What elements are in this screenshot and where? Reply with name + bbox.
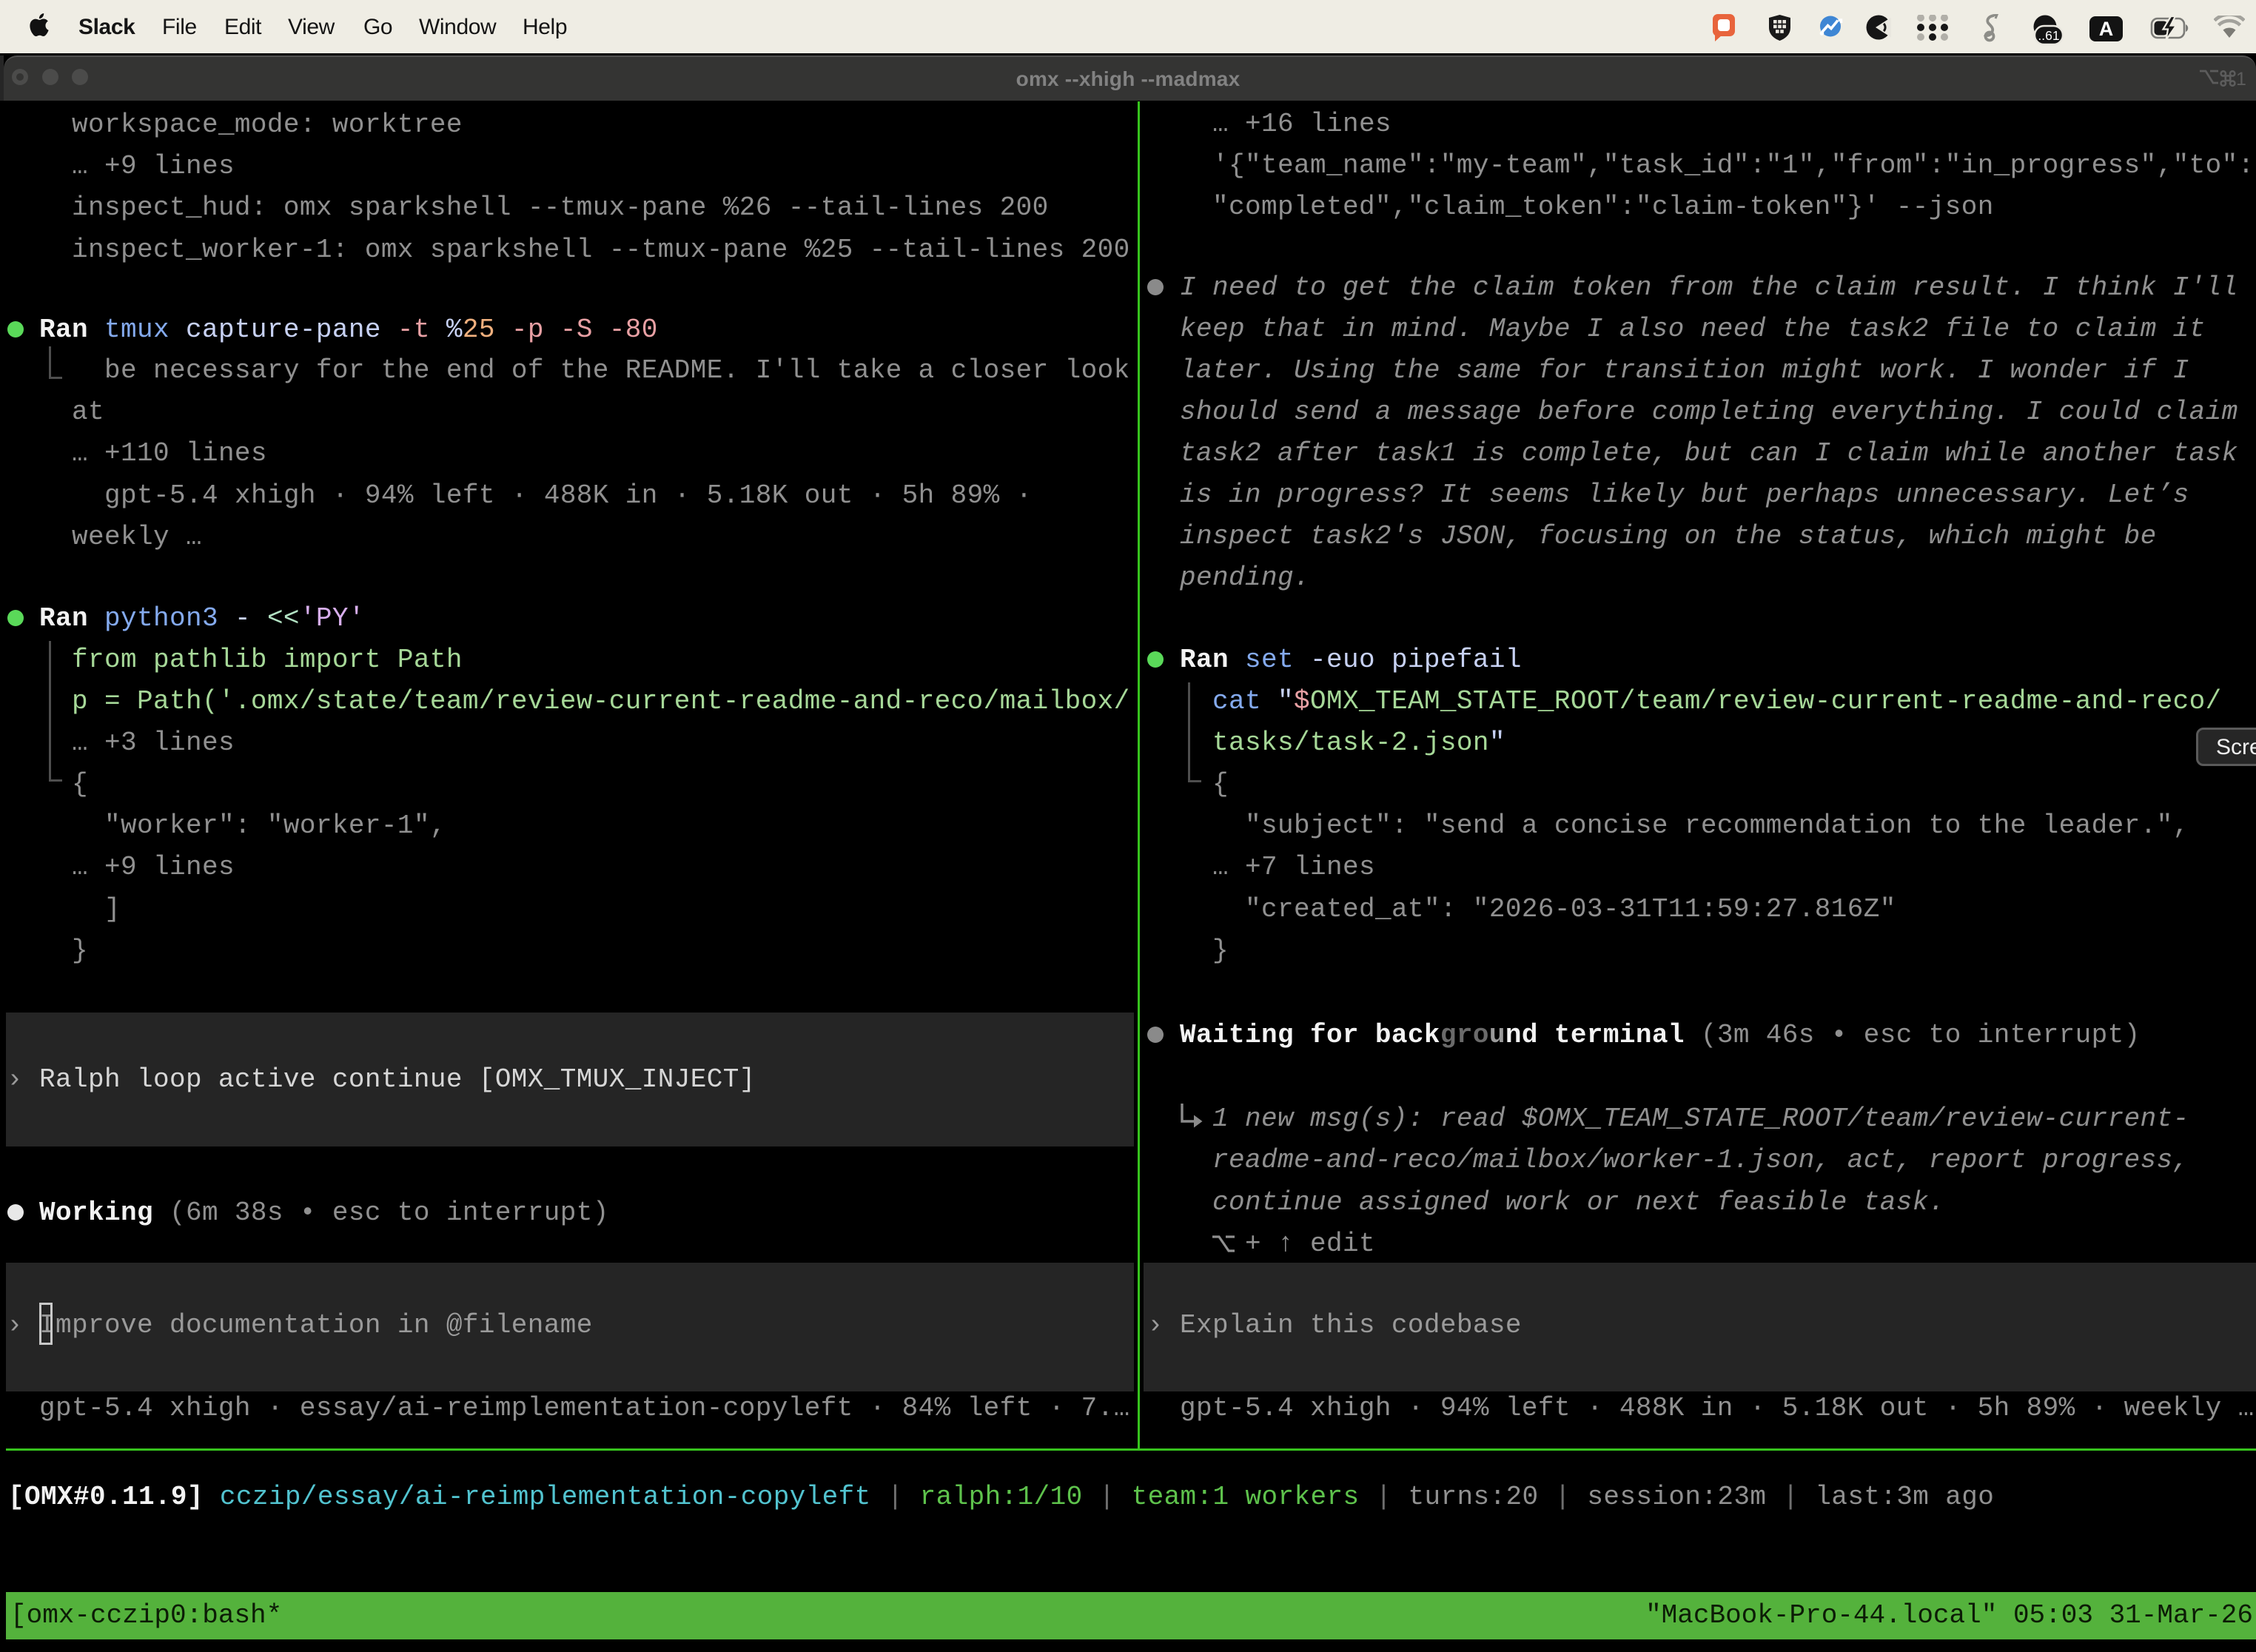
svg-text:1: 1 <box>2236 69 2246 90</box>
svg-text:..61: ..61 <box>2038 28 2059 43</box>
